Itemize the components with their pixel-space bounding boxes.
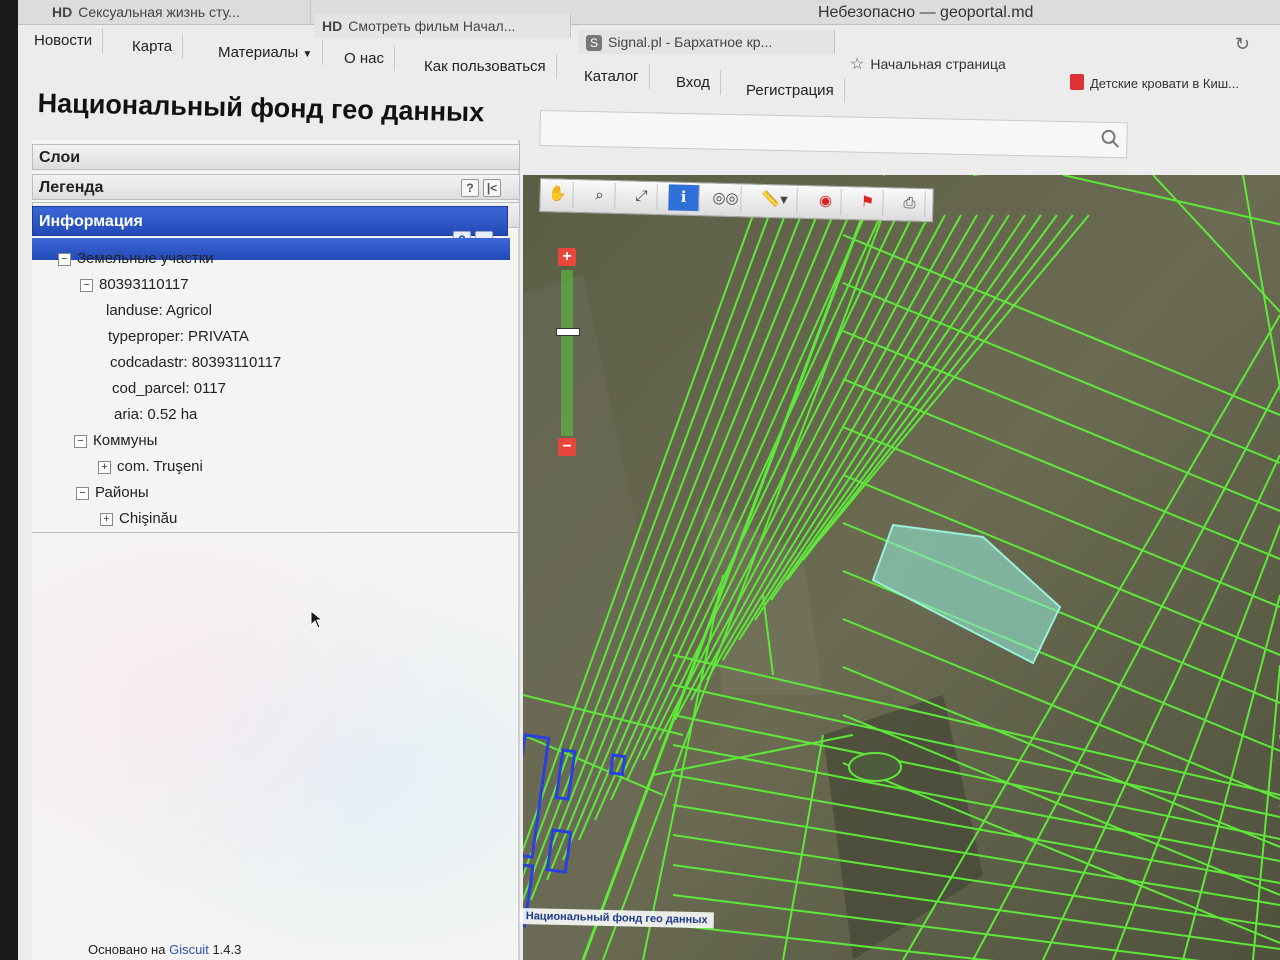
- search-input[interactable]: [539, 110, 1128, 159]
- zoom-in-button[interactable]: +: [558, 248, 576, 266]
- nav-register[interactable]: Регистрация: [736, 78, 845, 103]
- attr-codcadastr: codcadastr: 80393110117: [110, 354, 282, 371]
- giscuit-link[interactable]: Giscuit: [169, 942, 209, 957]
- collapse-toggle-icon[interactable]: −: [74, 435, 87, 448]
- zoom-handle[interactable]: [556, 328, 580, 336]
- search-icon[interactable]: [1100, 129, 1120, 149]
- zoom-slider[interactable]: + −: [556, 248, 580, 458]
- tab-bar: HD Сексуальная жизнь сту... Небезопасно —…: [18, 0, 1280, 25]
- footer: Основано на Giscuit 1.4.3: [88, 942, 242, 957]
- site-nav: Новости Карта Материалы ▼ О нас Как польз…: [18, 26, 1280, 103]
- browser-tab[interactable]: HD Сексуальная жизнь сту...: [44, 0, 311, 24]
- flag-icon[interactable]: ⚑: [852, 189, 884, 216]
- nav-map[interactable]: Карта: [122, 34, 184, 59]
- reload-icon[interactable]: ↻: [1235, 34, 1250, 55]
- attr-landuse: landuse: Agricol: [106, 302, 212, 319]
- binoculars-icon[interactable]: ◎◎: [710, 185, 742, 213]
- left-panel: Слои Легенда ? |< Информация ? + Информа…: [32, 140, 520, 960]
- tree-group-land[interactable]: − Земельные участки: [58, 250, 214, 267]
- expand-toggle-icon[interactable]: +: [100, 513, 113, 526]
- info-icon[interactable]: ℹ: [668, 184, 700, 212]
- chevron-down-icon: ▼: [302, 49, 313, 60]
- fullextent-icon[interactable]: ⤢: [626, 183, 658, 211]
- tree-commune-truseni[interactable]: + com. Truşeni: [98, 458, 203, 475]
- shop-icon: [1070, 74, 1084, 90]
- tree-parcel[interactable]: −80393110117: [80, 276, 189, 293]
- window-title: Небезопасно — geoportal.md: [818, 4, 1034, 21]
- tree-group-districts[interactable]: − Районы: [76, 484, 149, 501]
- collapse-toggle-icon[interactable]: −: [80, 279, 93, 292]
- tree-district-chisinau[interactable]: + Chişinău: [100, 510, 177, 527]
- nav-howto[interactable]: Как пользоваться: [414, 54, 557, 79]
- zoom-out-button[interactable]: −: [558, 438, 576, 456]
- star-icon: ☆: [850, 56, 865, 73]
- bookmark-beds[interactable]: Детские кровати в Киш...: [1070, 74, 1239, 91]
- nav-news[interactable]: Новости: [24, 28, 104, 53]
- divider: [32, 532, 518, 533]
- bookmark-home[interactable]: ☆ Начальная страница: [850, 54, 1006, 74]
- attr-area: aria: 0.52 ha: [114, 406, 198, 423]
- empty-panel-area: [32, 534, 518, 944]
- measure-icon[interactable]: 📏▾: [752, 186, 798, 214]
- browser-window: HD Сексуальная жизнь сту... Небезопасно —…: [18, 0, 1280, 960]
- attr-cod-parcel: cod_parcel: 0117: [112, 380, 226, 397]
- nav-login[interactable]: Вход: [666, 70, 721, 95]
- mouse-cursor-icon: [310, 610, 324, 629]
- expand-toggle-icon[interactable]: +: [98, 461, 111, 474]
- nav-catalog[interactable]: Каталог: [574, 64, 650, 89]
- nav-materials[interactable]: Материалы ▼: [208, 40, 324, 65]
- collapse-icon[interactable]: |<: [483, 179, 501, 197]
- zoom-icon[interactable]: ⌕: [584, 182, 616, 209]
- help-icon[interactable]: ?: [461, 179, 479, 197]
- point-icon[interactable]: ◉: [810, 188, 842, 215]
- collapse-toggle-icon[interactable]: −: [76, 487, 89, 500]
- panel-layers[interactable]: Слои: [32, 144, 520, 170]
- collapse-toggle-icon[interactable]: −: [58, 253, 71, 266]
- print-icon[interactable]: ⎙: [894, 190, 926, 218]
- panel-info[interactable]: Информация ? −: [32, 206, 508, 249]
- map-canvas[interactable]: [523, 175, 1280, 960]
- panel-legend[interactable]: Легенда ? |<: [32, 174, 520, 200]
- map-viewport[interactable]: [523, 175, 1280, 960]
- pond: [848, 752, 902, 782]
- tree-group-communes[interactable]: − Коммуны: [74, 432, 157, 449]
- attr-typeproper: typeproper: PRIVATA: [108, 328, 249, 345]
- pan-icon[interactable]: ✋: [542, 181, 574, 208]
- zoom-track[interactable]: [561, 270, 573, 436]
- nav-about[interactable]: О нас: [334, 46, 395, 71]
